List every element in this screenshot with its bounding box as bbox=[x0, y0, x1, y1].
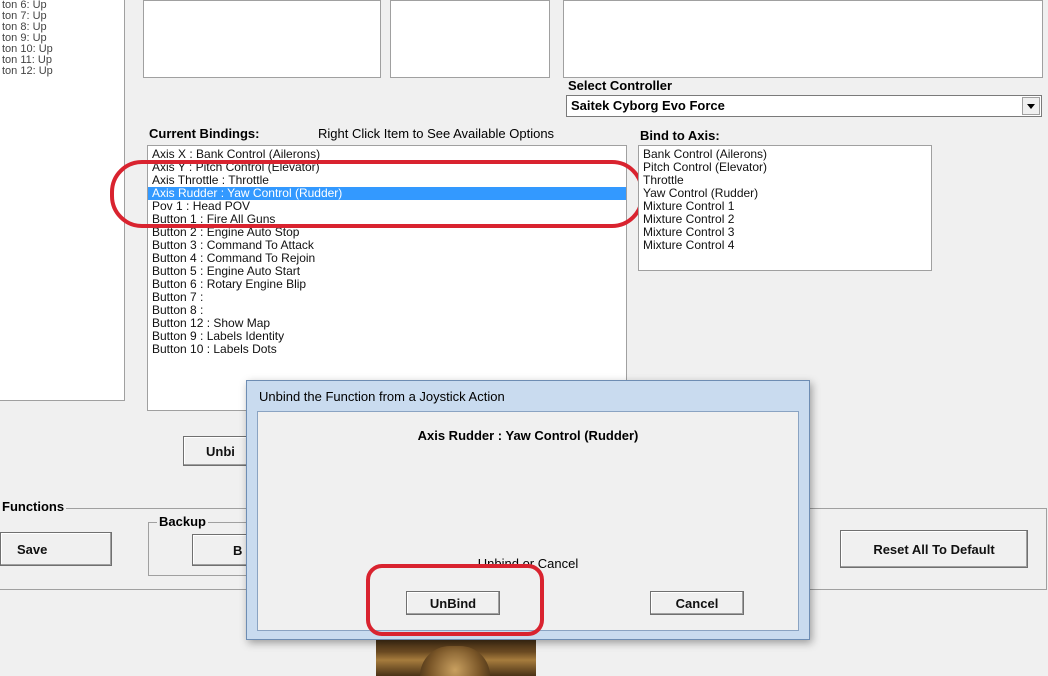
unbind-button-label: Unbi bbox=[206, 443, 235, 459]
list-item[interactable]: Button 10 : Labels Dots bbox=[148, 343, 626, 356]
annotation-highlight-binding bbox=[110, 160, 644, 228]
backup-button-label: B bbox=[233, 542, 243, 558]
top-list-box-2[interactable] bbox=[390, 0, 550, 78]
list-item[interactable]: Button 6 : Rotary Engine Blip bbox=[148, 278, 626, 291]
cancel-button-label: Cancel bbox=[675, 595, 719, 611]
bind-to-axis-list[interactable]: Bank Control (Ailerons) Pitch Control (E… bbox=[638, 145, 932, 271]
chevron-down-icon[interactable] bbox=[1022, 97, 1040, 115]
list-item: ton 12: Up bbox=[2, 65, 53, 77]
bind-to-axis-label: Bind to Axis: bbox=[640, 128, 720, 143]
reset-all-button[interactable]: Reset All To Default bbox=[840, 530, 1028, 568]
dialog-message: Axis Rudder : Yaw Control (Rudder) bbox=[417, 428, 639, 443]
button-state-list[interactable]: ton 6: Up ton 7: Up ton 8: Up ton 9: Up … bbox=[0, 0, 125, 401]
controller-dropdown-value: Saitek Cyborg Evo Force bbox=[571, 98, 725, 113]
dialog-title: Unbind the Function from a Joystick Acti… bbox=[259, 389, 505, 404]
select-controller-label: Select Controller bbox=[568, 78, 673, 93]
annotation-highlight-unbind bbox=[366, 564, 544, 636]
controller-dropdown[interactable]: Saitek Cyborg Evo Force bbox=[566, 95, 1042, 117]
list-item[interactable]: Button 7 : bbox=[148, 291, 626, 304]
list-item[interactable]: Mixture Control 4 bbox=[639, 239, 931, 252]
top-list-box-1[interactable] bbox=[143, 0, 381, 78]
functions-group-label: Functions bbox=[0, 499, 67, 514]
current-bindings-hint: Right Click Item to See Available Option… bbox=[318, 126, 555, 141]
backup-group-label: Backup bbox=[157, 514, 208, 529]
current-bindings-label: Current Bindings: bbox=[149, 126, 260, 141]
reset-all-button-label: Reset All To Default bbox=[873, 541, 995, 557]
save-button-label: Save bbox=[17, 541, 48, 557]
save-button[interactable]: Save bbox=[0, 532, 112, 566]
cancel-button[interactable]: Cancel bbox=[650, 591, 744, 615]
top-list-box-3[interactable] bbox=[563, 0, 1043, 78]
